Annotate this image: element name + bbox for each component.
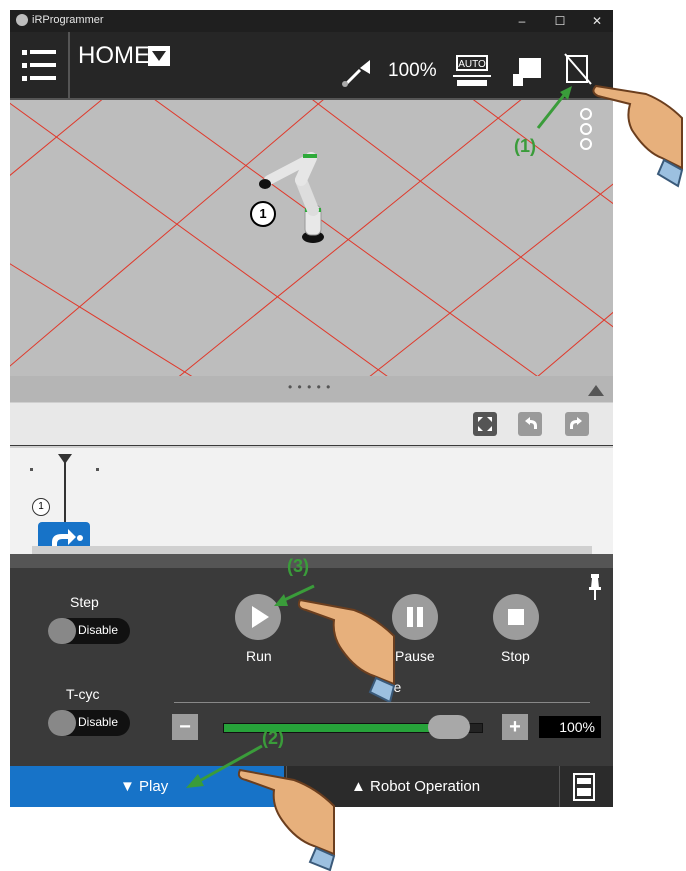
- tcyc-toggle-state: Disable: [78, 715, 119, 729]
- panel-divider: [10, 554, 613, 568]
- stop-button[interactable]: [493, 594, 539, 640]
- hamburger-line: [30, 76, 56, 80]
- menu-button[interactable]: [10, 32, 70, 98]
- stop-label: Stop: [501, 648, 530, 664]
- toggle-knob: [48, 710, 76, 736]
- maximize-button[interactable]: ☐: [545, 11, 575, 31]
- override-divider: [174, 702, 590, 703]
- tab-play-label: ▼ Play: [120, 778, 169, 795]
- toggle-knob: [48, 618, 76, 644]
- waypoint-marker[interactable]: 1: [250, 201, 276, 227]
- teach-pendant-icon[interactable]: [572, 772, 596, 802]
- annotation-step-1: (1): [514, 136, 536, 156]
- auto-mode-label: AUTO: [458, 59, 486, 70]
- minimize-button[interactable]: –: [507, 11, 537, 31]
- step-toggle[interactable]: Disable: [48, 618, 130, 644]
- menu-dot: [22, 76, 27, 81]
- pointing-hand-icon: [237, 768, 336, 871]
- edit-toolbar: [10, 402, 613, 445]
- menu-dot: [22, 63, 27, 68]
- menu-dot: [22, 50, 27, 55]
- undo-icon[interactable]: [518, 412, 542, 436]
- run-label: Run: [246, 648, 272, 664]
- tcyc-toggle[interactable]: Disable: [48, 710, 130, 736]
- annotation-arrow-1: [536, 86, 572, 129]
- hamburger-line: [30, 63, 56, 67]
- tcyc-label: T-cyc: [66, 686, 100, 702]
- pointing-hand-icon: [297, 598, 396, 702]
- timeline-tick: [96, 468, 99, 471]
- override-value: 100%: [539, 716, 601, 738]
- override-minus-button[interactable]: −: [172, 714, 198, 740]
- speed-override-readout[interactable]: 100%: [388, 60, 437, 82]
- top-toolbar: HOME 100% AUTO: [10, 32, 613, 100]
- hamburger-icon: [30, 50, 56, 54]
- app-logo-icon: [16, 14, 28, 26]
- pointing-hand-icon: [592, 84, 684, 188]
- auto-mode-icon[interactable]: AUTO: [451, 50, 495, 90]
- timeline-node-badge: 1: [32, 498, 50, 516]
- pin-icon[interactable]: [587, 574, 603, 600]
- page-title[interactable]: HOME: [78, 42, 150, 70]
- timeline-scrollbar[interactable]: [32, 546, 592, 554]
- panel-splitter[interactable]: • • • • •: [10, 376, 613, 402]
- redo-icon[interactable]: [565, 412, 589, 436]
- robot-tool-icon[interactable]: [340, 54, 374, 88]
- step-toggle-state: Disable: [78, 623, 119, 637]
- timeline-cursor-line: [64, 462, 66, 526]
- window-title: iRProgrammer: [32, 14, 104, 26]
- override-slider-thumb[interactable]: [427, 715, 470, 739]
- stop-icon: [508, 609, 524, 625]
- step-label: Step: [70, 594, 99, 610]
- close-button[interactable]: ✕: [582, 11, 612, 31]
- drag-handle-icon[interactable]: • • • • •: [288, 380, 331, 394]
- chevron-down-icon[interactable]: [148, 46, 170, 66]
- robot-arm-model[interactable]: [245, 130, 335, 250]
- tab-robot-operation-label: ▲ Robot Operation: [351, 778, 481, 795]
- collapse-up-icon[interactable]: [588, 385, 604, 396]
- program-timeline[interactable]: 1: [10, 446, 613, 556]
- title-bar: iRProgrammer – ☐ ✕: [10, 10, 613, 32]
- timeline-tick: [30, 468, 33, 471]
- fit-view-icon[interactable]: [473, 412, 497, 436]
- override-plus-button[interactable]: +: [502, 714, 528, 740]
- annotation-step-3: (3): [287, 556, 309, 576]
